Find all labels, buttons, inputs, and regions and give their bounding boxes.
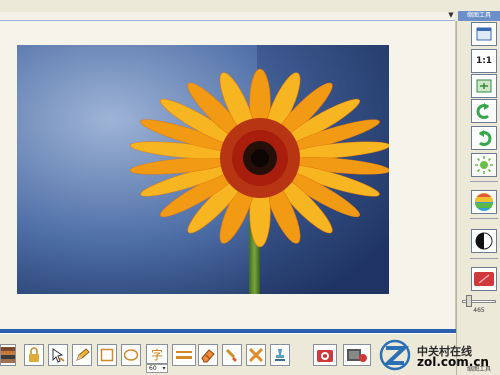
rotate-left-button[interactable] (471, 99, 497, 123)
palette-icon (1, 347, 15, 363)
cursor-icon (52, 348, 65, 363)
zol-logo (378, 339, 412, 371)
lock-icon (29, 347, 39, 362)
panel-divider (470, 258, 498, 259)
zoom-slider-thumb[interactable] (466, 295, 472, 307)
panel-title: 缩图工具 (458, 11, 500, 21)
text-tool-char: 字 (150, 347, 163, 362)
rotate-left-icon (476, 103, 489, 119)
color-wheel-icon (475, 193, 493, 211)
brush-tool-button[interactable] (222, 344, 242, 366)
close-icon (248, 347, 264, 363)
panel-divider (470, 181, 498, 182)
contrast-icon (475, 232, 493, 250)
red-card-icon (474, 272, 494, 286)
gerbera-flower-photo (17, 45, 389, 294)
delete-button[interactable] (246, 344, 266, 366)
camera-icon (317, 350, 333, 362)
brush-icon (225, 348, 237, 362)
watermark-url: zol.com.cn (417, 355, 489, 369)
red-eye-button[interactable] (471, 267, 497, 291)
actual-size-button[interactable]: 1:1 (471, 49, 497, 73)
toolbar-highlight (0, 333, 456, 334)
ellipse-tool-button[interactable] (121, 344, 141, 366)
eraser-tool-button[interactable] (198, 344, 218, 366)
menu-strip (0, 12, 455, 21)
stamp-icon (275, 349, 285, 361)
stamp-tool-button[interactable] (270, 344, 290, 366)
line-width-icon (176, 351, 192, 359)
ellipse-icon (123, 349, 139, 361)
panel-divider (470, 218, 498, 219)
contrast-button[interactable] (471, 229, 497, 253)
capture-button[interactable] (313, 344, 337, 366)
rectangle-tool-button[interactable] (97, 344, 117, 366)
lock-button[interactable] (24, 344, 44, 366)
color-palette-button[interactable] (0, 344, 16, 366)
screen-camera-icon (347, 349, 367, 362)
zol-logo-icon (379, 339, 411, 371)
view-toggle-button[interactable] (471, 22, 497, 46)
actual-size-label: 1:1 (475, 56, 493, 66)
line-width-button[interactable] (172, 344, 196, 366)
fit-window-button[interactable] (471, 74, 497, 98)
screen-capture-button[interactable] (343, 344, 371, 366)
pencil-tool-button[interactable] (72, 344, 92, 366)
select-tool-button[interactable] (48, 344, 68, 366)
color-balance-button[interactable] (471, 190, 497, 214)
menu-dropdown-arrow[interactable]: ▼ (446, 11, 456, 20)
rectangle-icon (100, 348, 114, 362)
chevron-down-icon[interactable]: ▾ (160, 364, 168, 373)
pencil-icon (76, 348, 90, 361)
rotate-right-button[interactable] (471, 126, 497, 150)
window-icon (476, 27, 492, 41)
text-tool-button[interactable]: 字 (146, 344, 168, 364)
brightness-button[interactable] (471, 153, 497, 177)
photo[interactable] (17, 45, 389, 294)
fit-window-icon (476, 79, 492, 93)
eraser-icon (201, 349, 215, 363)
zoom-value: 465 (473, 307, 485, 314)
sun-icon (475, 156, 493, 174)
rotate-right-icon (479, 130, 492, 146)
